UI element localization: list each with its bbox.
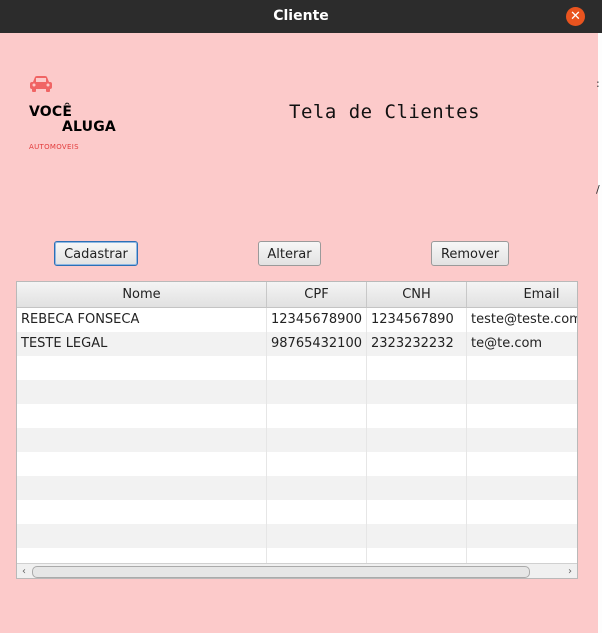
empty-row bbox=[17, 380, 577, 404]
column-header-email[interactable]: Email bbox=[467, 282, 577, 307]
cell-cnh: 1234567890 bbox=[367, 308, 467, 332]
empty-row bbox=[17, 524, 577, 548]
table-row[interactable]: TESTE LEGAL 98765432100 2323232232 te@te… bbox=[17, 332, 577, 356]
car-icon bbox=[30, 76, 52, 92]
empty-row bbox=[17, 356, 577, 380]
background-window-edge bbox=[598, 33, 602, 633]
cell-cpf: 98765432100 bbox=[267, 332, 367, 356]
horizontal-scrollbar[interactable]: ‹ › bbox=[17, 563, 577, 578]
table-body: REBECA FONSECA 12345678900 1234567890 te… bbox=[17, 308, 577, 572]
chevron-right-icon: › bbox=[568, 566, 572, 577]
table-row[interactable]: REBECA FONSECA 12345678900 1234567890 te… bbox=[17, 308, 577, 332]
column-header-cnh[interactable]: CNH bbox=[367, 282, 467, 307]
window-titlebar: Cliente ✕ bbox=[0, 0, 602, 33]
empty-row bbox=[17, 428, 577, 452]
empty-row bbox=[17, 404, 577, 428]
column-header-cpf[interactable]: CPF bbox=[267, 282, 367, 307]
column-header-nome[interactable]: Nome bbox=[17, 282, 267, 307]
empty-row bbox=[17, 476, 577, 500]
logo-tagline: AUTOMOVEIS bbox=[29, 143, 79, 151]
remover-button[interactable]: Remover bbox=[431, 241, 509, 266]
cell-nome: REBECA FONSECA bbox=[17, 308, 267, 332]
alterar-button[interactable]: Alterar bbox=[258, 241, 321, 266]
logo-text-line-1: VOCÊ bbox=[29, 104, 73, 120]
edge-char-1: : bbox=[596, 77, 600, 90]
empty-row bbox=[17, 452, 577, 476]
close-window-button[interactable]: ✕ bbox=[566, 7, 585, 26]
window-title: Cliente bbox=[273, 8, 329, 24]
scroll-right-button[interactable]: › bbox=[563, 564, 577, 578]
clients-table[interactable]: Nome CPF CNH Email REBECA FONSECA 123456… bbox=[16, 281, 578, 579]
cell-cpf: 12345678900 bbox=[267, 308, 367, 332]
cell-nome: TESTE LEGAL bbox=[17, 332, 267, 356]
chevron-left-icon: ‹ bbox=[22, 566, 26, 577]
table-header: Nome CPF CNH Email bbox=[17, 282, 577, 308]
scroll-left-button[interactable]: ‹ bbox=[17, 564, 31, 578]
logo: VOCÊ ALUGA AUTOMOVEIS bbox=[27, 74, 137, 156]
scrollbar-thumb[interactable] bbox=[32, 566, 530, 578]
close-icon: ✕ bbox=[570, 9, 581, 24]
logo-text-line-2: ALUGA bbox=[62, 119, 116, 135]
cell-cnh: 2323232232 bbox=[367, 332, 467, 356]
cell-email: teste@teste.com bbox=[467, 308, 577, 332]
page-title: Tela de Clientes bbox=[289, 101, 481, 123]
cell-email: te@te.com bbox=[467, 332, 577, 356]
cadastrar-button[interactable]: Cadastrar bbox=[54, 241, 138, 266]
empty-row bbox=[17, 500, 577, 524]
edge-char-2: / bbox=[596, 183, 600, 196]
